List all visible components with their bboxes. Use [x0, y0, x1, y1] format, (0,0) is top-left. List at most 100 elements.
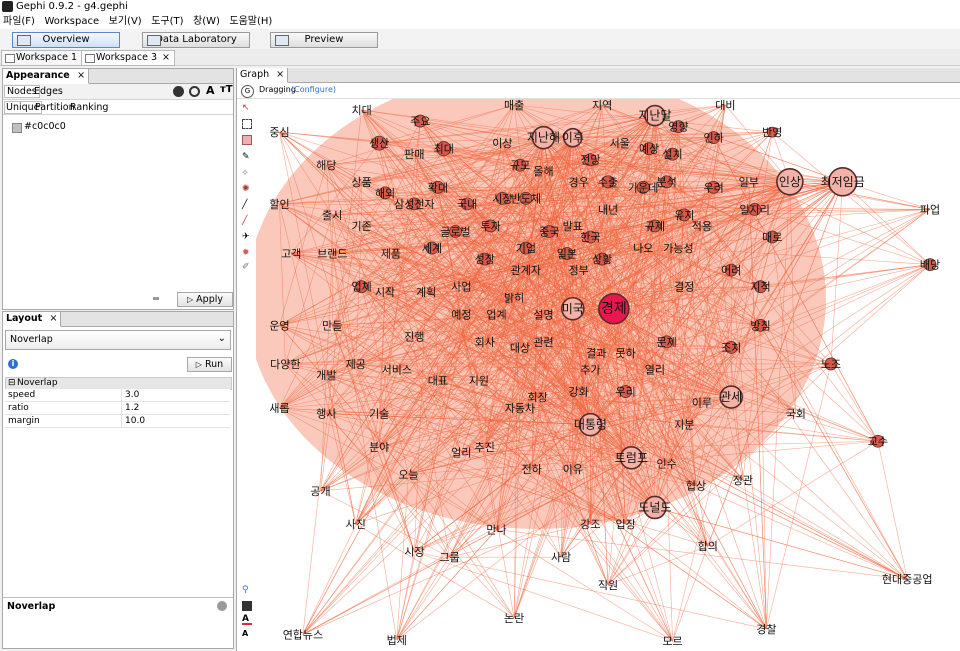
node-label: 제공 [346, 358, 366, 371]
node-label: 반도체 [511, 192, 541, 205]
close-icon[interactable]: × [50, 313, 58, 324]
node-label: 출시 [322, 209, 342, 222]
menu-window[interactable]: 창(W) [193, 14, 220, 29]
airplane-icon[interactable]: ✈ [242, 232, 252, 242]
auto-apply-icon[interactable] [153, 297, 159, 300]
background-color-icon[interactable] [242, 601, 252, 611]
appearance-tab[interactable]: Appearance × [3, 69, 90, 84]
apply-button[interactable]: ▷ Apply [177, 292, 233, 307]
rectangle-select-icon[interactable] [242, 119, 252, 129]
node-label: 우리 [615, 386, 635, 399]
node-label: 대로 [762, 231, 782, 244]
node-label: 확대 [428, 181, 448, 194]
node-label: 배당 [920, 259, 940, 272]
menu-file[interactable]: 파일(F) [3, 14, 35, 29]
collapse-icon: ⊟ [8, 378, 16, 388]
window-title: Gephi 0.9.2 - g4.gephi [16, 1, 128, 12]
node-label: 회사 [475, 336, 495, 349]
label-color-icon[interactable]: A [242, 615, 252, 625]
node-label: 협상 [686, 479, 706, 492]
node-label: 대표 [428, 375, 448, 388]
heat-map-icon[interactable]: ✺ [242, 184, 252, 194]
workspace-tabs: Workspace 1× Workspace 3× [0, 49, 960, 66]
node-label: 교수 [868, 435, 888, 448]
node-label: 예정 [451, 308, 471, 321]
node-label: 주요 [410, 115, 430, 128]
node-label: 이상 [492, 137, 512, 150]
node-label: 파업 [920, 203, 940, 216]
overview-button[interactable]: Overview [12, 32, 120, 48]
menu-help[interactable]: 도움말(H) [229, 14, 272, 29]
data-laboratory-button[interactable]: Data Laboratory [142, 32, 250, 48]
workspace-tab-3[interactable]: Workspace 3 × [81, 50, 175, 66]
menu-tools[interactable]: 도구(T) [151, 14, 183, 29]
node-label: 열리 [645, 363, 665, 376]
label-size-icon[interactable]: тT [220, 84, 233, 95]
select-cursor-icon[interactable]: ↖ [242, 103, 252, 113]
appearance-modes: Unique Partition Ranking [3, 100, 233, 115]
network-graph[interactable]: 치대주요 매출 지역지난달 대비중심생산판매 최대 이상 지난해 이후 서울 예상 영향인하 반영해당… [256, 99, 960, 651]
node-label: 도널드 [638, 500, 671, 514]
node-label: 규제 [645, 220, 665, 233]
label-size-icon[interactable]: A [242, 629, 252, 639]
drag-icon[interactable] [242, 135, 252, 145]
graph-canvas[interactable]: 치대 주요 매출 지역 지난달 대비 중심 생산 판매 최대 이상 지난해 이후 서울 예상 영향 인하 반영 해당… [256, 99, 960, 651]
node-label: 가능성 [663, 242, 693, 255]
node-label: 얼리 [451, 445, 471, 459]
ratio-field[interactable]: 1.2 [121, 402, 233, 414]
ranking-tab[interactable]: Ranking [70, 102, 108, 113]
menu-workspace[interactable]: Workspace [44, 14, 99, 29]
size-brush-icon[interactable]: ✹ [242, 248, 252, 258]
color-swatch[interactable] [12, 123, 22, 133]
node-label: 인하 [703, 131, 723, 145]
speed-field[interactable]: 3.0 [121, 389, 233, 401]
node-label: 합의 [698, 540, 718, 553]
graph-tools: ↖ ✎ ⟡ ✺ ╱ ╱ ✈ ✹ ✐ ⚲ A A [238, 99, 257, 651]
partition-tab[interactable]: Partition [35, 102, 75, 113]
layout-algorithm-select[interactable]: Noverlap ⌄ [5, 330, 231, 350]
info-icon[interactable]: i [8, 359, 18, 369]
edit-icon[interactable]: ✐ [242, 262, 252, 272]
node-label: 우려 [703, 181, 723, 194]
menu-view[interactable]: 보기(V) [109, 14, 142, 29]
run-button[interactable]: ▷ Run [187, 357, 232, 372]
edge-pencil-icon[interactable]: ╱ [242, 216, 252, 226]
node-label: 결정 [674, 281, 694, 294]
graph-tab[interactable]: Graph × [237, 68, 289, 83]
node-label: 운영 [269, 319, 289, 332]
brush-icon[interactable]: ╱ [242, 200, 252, 210]
close-icon[interactable]: × [77, 70, 85, 81]
painter-icon[interactable]: ✎ [242, 152, 252, 162]
appearance-subbar: Nodes Edges A тT [3, 84, 233, 100]
node-label: 시장 [492, 192, 512, 205]
graph-mode-bar: G Dragging (Configure) [237, 83, 960, 99]
color-palette-icon[interactable] [173, 86, 184, 97]
node-label: 이유 [563, 463, 583, 476]
close-icon[interactable]: × [276, 69, 284, 80]
layout-description-title: Noverlap [7, 601, 56, 612]
shortest-path-icon[interactable]: ⟡ [242, 168, 252, 178]
layout-tab[interactable]: Layout × [3, 312, 62, 327]
node-label: 경우 [569, 176, 589, 189]
node-label: 일자리 [739, 202, 769, 216]
preview-button[interactable]: Preview [270, 32, 378, 48]
size-icon[interactable] [189, 86, 200, 97]
margin-field[interactable]: 10.0 [121, 415, 233, 427]
menu-bar: 파일(F) Workspace 보기(V) 도구(T) 창(W) 도움말(H) [0, 14, 960, 30]
param-row: margin 10.0 [5, 415, 230, 428]
configure-link[interactable]: (Configure) [291, 85, 336, 94]
zoom-icon[interactable]: ⚲ [242, 585, 252, 595]
color-value: #c0c0c0 [24, 121, 66, 132]
node-label: 고객 [281, 248, 301, 261]
node-label: 성장 [475, 253, 495, 266]
close-icon[interactable]: × [162, 52, 170, 63]
node-label: 한국 [580, 231, 600, 244]
node-label: 법제 [387, 634, 407, 647]
node-label: 중심 [269, 126, 289, 139]
table-icon [147, 35, 161, 46]
node-label: 글로벌 [440, 225, 470, 238]
label-color-icon[interactable]: A [206, 84, 215, 97]
node-label: 전하 [522, 462, 542, 476]
title-bar: Gephi 0.9.2 - g4.gephi [0, 0, 960, 14]
edges-subtab[interactable]: Edges [34, 86, 63, 97]
